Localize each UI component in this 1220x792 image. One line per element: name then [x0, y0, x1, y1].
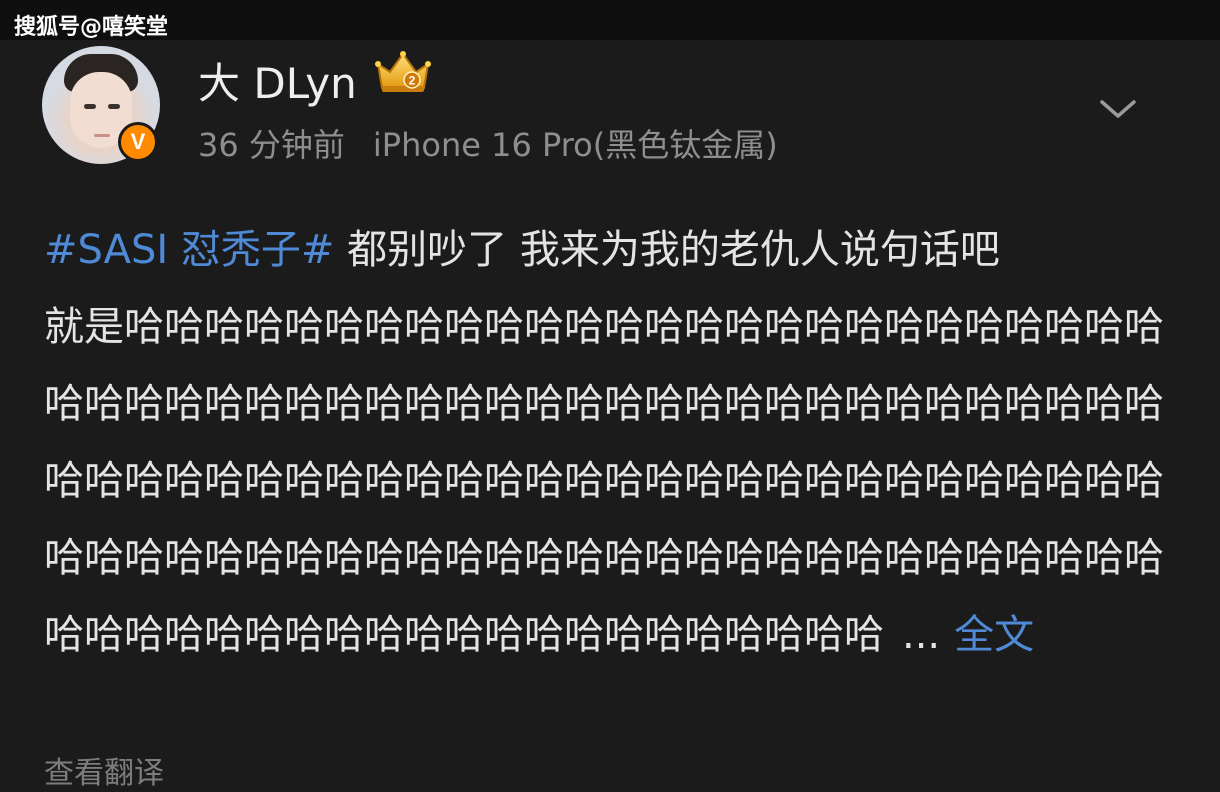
top-bar: 搜狐号@嘻笑堂 [0, 0, 1220, 40]
chevron-down-icon[interactable] [1098, 94, 1138, 124]
avatar-eye [84, 104, 96, 109]
post-body: 就是哈哈哈哈哈哈哈哈哈哈哈哈哈哈哈哈哈哈哈哈哈哈哈哈哈哈哈哈哈哈哈哈哈哈哈哈哈哈… [44, 304, 1164, 658]
crown-icon[interactable]: 2 [374, 50, 432, 96]
watermark: 搜狐号@嘻笑堂 [14, 15, 169, 40]
ellipsis: ... [902, 612, 941, 658]
post-meta: 36 分钟前 iPhone 16 Pro(黑色钛金属) [198, 120, 778, 166]
translate-link[interactable]: 查看翻译 [44, 748, 164, 792]
post-content: #SASI 怼秃子# 都别吵了 我来为我的老仇人说句话吧 就是哈哈哈哈哈哈哈哈哈… [44, 212, 1194, 674]
full-text-link[interactable]: 全文 [954, 612, 1034, 658]
username[interactable]: 大 DLyn [198, 50, 357, 111]
post-time: 36 分钟前 [198, 126, 345, 164]
verified-badge-icon: V [118, 122, 158, 162]
post-source: iPhone 16 Pro(黑色钛金属) [372, 126, 778, 164]
crown-level: 2 [409, 74, 416, 88]
avatar-eye [108, 104, 120, 109]
hashtag-link[interactable]: #SASI 怼秃子# [44, 227, 334, 273]
post-text: 都别吵了 我来为我的老仇人说句话吧 [334, 227, 1000, 273]
avatar-mouth [94, 134, 110, 137]
